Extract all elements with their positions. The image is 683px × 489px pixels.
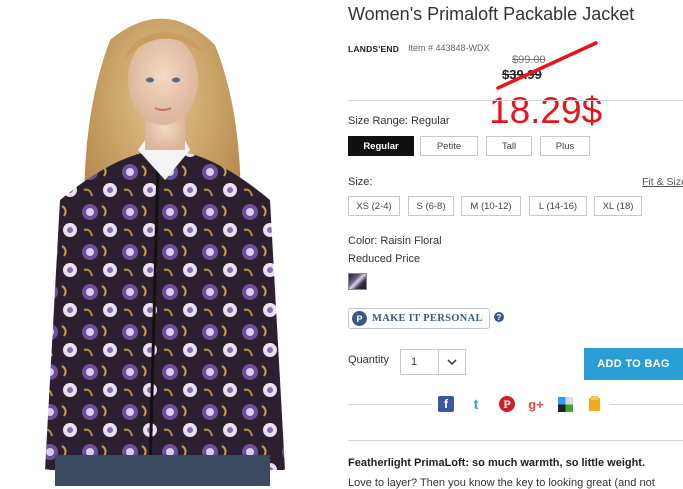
product-image[interactable] — [0, 0, 330, 486]
make-it-personal-label: MAKE IT PERSONAL — [372, 313, 483, 324]
chevron-down-icon — [438, 350, 465, 374]
brand-logo: LANDS'END — [348, 44, 400, 54]
description-text: Love to layer? Then you know the key to … — [348, 477, 655, 489]
item-number: Item # 443848-WDX — [408, 43, 490, 53]
color-swatch-raisin-floral[interactable] — [348, 273, 367, 290]
size-range-label: Size Range: Regular — [348, 115, 450, 127]
size-xl[interactable]: XL (18) — [594, 196, 642, 216]
divider — [348, 100, 683, 101]
help-icon[interactable]: ? — [494, 312, 504, 322]
color-label: Color: Raisin Floral — [348, 235, 442, 247]
reduced-price-note: Reduced Price — [348, 253, 421, 265]
size-s[interactable]: S (6-8) — [408, 196, 454, 216]
size-m[interactable]: M (10-12) — [461, 196, 521, 216]
fit-size-link[interactable]: Fit & Size — [642, 176, 683, 188]
product-title: Women's Primaloft Packable Jacket — [348, 4, 635, 24]
add-to-bag-button[interactable]: ADD TO BAG — [584, 348, 683, 380]
delicious-icon[interactable] — [557, 396, 573, 412]
quantity-value: 1 — [411, 356, 418, 368]
price-strike-annotation — [496, 41, 598, 90]
pinterest-icon[interactable]: P — [499, 396, 515, 412]
quantity-label: Quantity — [348, 354, 389, 366]
size-range-tall[interactable]: Tall — [486, 136, 532, 156]
divider — [348, 440, 683, 441]
twitter-icon[interactable]: t — [468, 396, 484, 412]
share-divider-right — [610, 404, 683, 405]
size-range-petite[interactable]: Petite — [420, 136, 478, 156]
size-xs[interactable]: XS (2-4) — [348, 196, 400, 216]
personalize-badge-icon: P — [352, 311, 367, 326]
quantity-select[interactable]: 1 — [400, 349, 466, 375]
size-label: Size: — [348, 176, 373, 188]
make-it-personal-button[interactable]: P MAKE IT PERSONAL — [348, 308, 490, 329]
save-icon[interactable] — [586, 396, 602, 412]
description-headline: Featherlight PrimaLoft: so much warmth, … — [348, 457, 646, 469]
facebook-icon[interactable]: f — [438, 396, 454, 412]
google-plus-icon[interactable]: g+ — [528, 396, 544, 412]
sale-price-annotation: 18.29$ — [489, 90, 603, 131]
model-photo — [45, 18, 285, 486]
size-l[interactable]: L (14-16) — [529, 196, 587, 216]
share-divider-left — [348, 404, 432, 405]
size-range-regular[interactable]: Regular — [348, 136, 414, 156]
size-range-plus[interactable]: Plus — [540, 136, 590, 156]
